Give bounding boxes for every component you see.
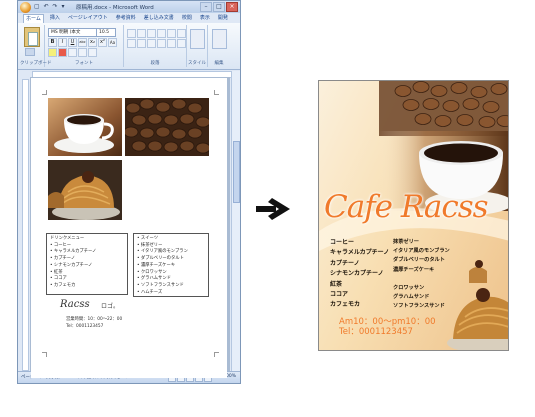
margin-mark: [214, 352, 219, 357]
cafe-flyer: Cafe Racss コーヒー キャラメルカプチーノ カプチーノ シナモンカプチ…: [318, 80, 509, 351]
menu-item: 紅茶: [330, 280, 343, 288]
menu-item: イタリア風のモンブラン: [393, 248, 450, 255]
list-item: • グラハムサンド: [137, 276, 171, 282]
list-item: ドリンクメニュー: [50, 236, 85, 241]
mont-blanc-cake-photo[interactable]: [48, 160, 122, 220]
menu-item: ダブルベリーのタルト: [393, 257, 445, 264]
list-item: • スイーツ: [137, 236, 159, 241]
flyer-sweets-menu: 抹茶ゼリー イタリア風のモンブラン ダブルベリーのタルト 濃厚チーズケーキ クロ…: [393, 238, 450, 312]
doc-hours: 営業時間：10：00〜22：00: [66, 317, 123, 322]
doc-tel: Tel：0001123457: [66, 324, 104, 329]
menu-item: カプチーノ: [330, 259, 360, 267]
flyer-hours: Am10：00〜pm10：00: [339, 317, 436, 327]
margin-mark: [42, 90, 47, 95]
list-item: • シナモンカプチーノ: [50, 262, 93, 268]
list-item: • カフェモカ: [50, 282, 76, 288]
flyer-drink-menu: コーヒー キャラメルカプチーノ カプチーノ シナモンカプチーノ 紅茶 ココア カ…: [330, 238, 389, 311]
menu-item: ココア: [330, 291, 349, 299]
doc-shop-info: 営業時間：10：00〜22：00 Tel：0001123457: [66, 316, 122, 330]
list-item: • 濃厚チーズケーキ: [137, 262, 176, 268]
menu-item: グラハムサンド: [393, 294, 430, 301]
menu-item: カフェモカ: [330, 301, 361, 309]
menu-spacer: [393, 275, 450, 284]
flyer-tel: Tel：0001123457: [339, 327, 413, 337]
drink-menu-list: ドリンクメニュー • コーヒー • キャラメルカプチーノ • カプチーノ • シ…: [46, 233, 128, 295]
menu-item: キャラメルカプチーノ: [330, 249, 390, 257]
list-item: • カプチーノ: [50, 256, 76, 262]
right-arrow-icon: [256, 198, 290, 220]
coffee-cup-photo[interactable]: [48, 98, 122, 156]
margin-mark: [214, 90, 219, 95]
menu-item: ソフトフランスサンド: [393, 303, 445, 310]
margin-mark: [42, 352, 47, 357]
doc-logo-text: Racss: [60, 299, 90, 310]
doc-logo-suffix: ロゴ。: [101, 303, 120, 310]
flyer-title: Cafe Racss: [324, 189, 489, 225]
list-item: • ハムチーズ: [137, 289, 163, 295]
sweets-menu-list: • スイーツ • 抹茶ゼリー • イタリア風のモンブラン • ダブルベリーのタル…: [133, 233, 209, 297]
list-item: • ソフトフランスサンド: [137, 282, 184, 288]
menu-item: コーヒー: [330, 239, 355, 246]
flyer-shop-info: Am10：00〜pm10：00 Tel：0001123457: [339, 317, 436, 337]
menu-item: クロワッサン: [393, 285, 425, 292]
menu-item: 濃厚チーズケーキ: [393, 266, 435, 273]
coffee-beans-photo[interactable]: [125, 98, 209, 156]
menu-item: 抹茶ゼリー: [393, 239, 419, 245]
list-item: • ココア: [50, 276, 67, 282]
menu-item: シナモンカプチーノ: [330, 270, 384, 278]
list-item: • ダブルベリーのタルト: [137, 256, 184, 262]
